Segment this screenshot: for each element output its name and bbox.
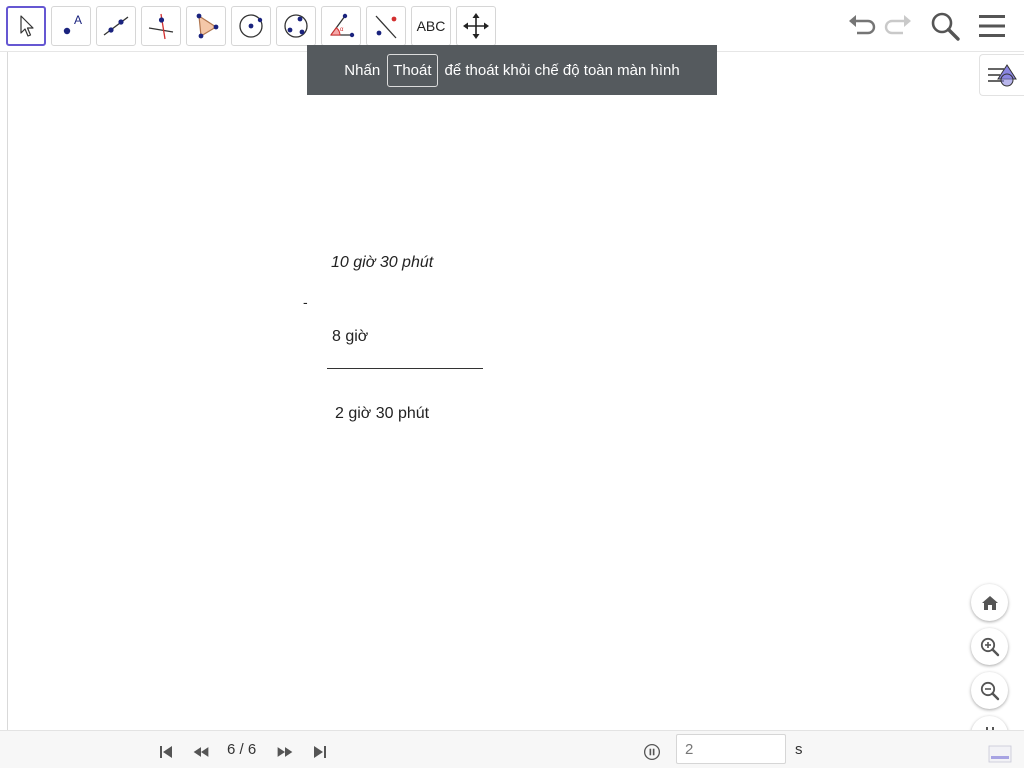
line-tool-button[interactable] — [96, 6, 136, 46]
move-arrows-icon — [463, 13, 489, 39]
banner-text-before: Nhấn — [344, 61, 381, 79]
menu-icon — [979, 15, 1005, 37]
playback-speed-input[interactable] — [676, 734, 786, 764]
polygon-icon — [196, 13, 219, 39]
pause-button[interactable] — [641, 741, 663, 763]
line-icon — [103, 16, 129, 36]
point-icon: A — [63, 13, 82, 35]
svg-text:α: α — [340, 27, 344, 33]
text-tool-button[interactable]: ABC — [411, 6, 451, 46]
slide-playback-bar — [0, 730, 1024, 768]
angle-tool-button[interactable]: α — [321, 6, 361, 46]
last-slide-button[interactable] — [309, 742, 331, 762]
undo-button[interactable] — [843, 8, 879, 44]
zoom-in-icon — [980, 637, 999, 656]
slide-page-indicator: 6 / 6 — [227, 741, 257, 758]
circle-center-point-tool-button[interactable] — [231, 6, 271, 46]
circle-center-icon — [239, 14, 263, 38]
fullscreen-exit-banner: Nhấn Thoát để thoát khỏi chế độ toàn màn… — [307, 45, 717, 95]
main-menu-button[interactable] — [974, 8, 1010, 44]
point-label-a: A — [74, 13, 82, 27]
reflect-tool-button[interactable] — [366, 6, 406, 46]
redo-icon — [884, 15, 911, 35]
circle-three-points-icon — [284, 14, 308, 38]
graphics-style-bar-icon — [988, 64, 1017, 87]
fast-forward-icon — [277, 747, 293, 757]
zoom-in-button[interactable] — [971, 628, 1008, 665]
text-tool-label: ABC — [416, 18, 446, 34]
first-slide-button[interactable] — [155, 742, 177, 762]
redo-button[interactable] — [881, 8, 917, 44]
reflect-about-line-icon — [375, 15, 397, 39]
next-slide-button[interactable] — [273, 742, 297, 762]
angle-icon: α — [330, 13, 355, 38]
view-left-border — [7, 52, 8, 730]
cursor-arrow-icon — [20, 15, 34, 37]
geogebra-app: A α ABC Nhấn Thoát để thoát khỏi chế độ … — [0, 0, 1024, 768]
search-icon — [931, 12, 960, 41]
rewind-icon — [193, 747, 209, 757]
polygon-tool-button[interactable] — [186, 6, 226, 46]
move-graphics-view-tool-button[interactable] — [456, 6, 496, 46]
perpendicular-line-tool-button[interactable] — [141, 6, 181, 46]
pause-icon — [643, 743, 661, 761]
style-bar-toggle[interactable] — [979, 54, 1024, 96]
result-text: 2 giờ 30 phút — [335, 405, 430, 422]
banner-text-after: để thoát khỏi chế độ toàn màn hình — [444, 61, 680, 79]
search-button[interactable] — [927, 8, 963, 44]
skip-to-start-icon — [160, 746, 172, 758]
zoom-out-button[interactable] — [971, 672, 1008, 709]
home-view-button[interactable] — [971, 584, 1008, 621]
skip-to-end-icon — [314, 746, 326, 758]
zoom-out-icon — [980, 681, 999, 700]
previous-slide-button[interactable] — [189, 742, 213, 762]
speed-unit-label: s — [795, 741, 803, 758]
escape-key-badge: Thoát — [387, 53, 438, 87]
perpendicular-line-icon — [148, 13, 174, 40]
circle-three-points-tool-button[interactable] — [276, 6, 316, 46]
minus-sign: - — [303, 294, 308, 310]
move-tool-button[interactable] — [6, 6, 46, 46]
subtrahend-text: 8 giờ — [332, 328, 369, 345]
subtraction-line — [327, 368, 483, 369]
undo-icon — [849, 15, 876, 35]
home-icon — [981, 595, 998, 610]
minuend-text: 10 giờ 30 phút — [331, 254, 434, 271]
geogebra-logo-icon — [988, 744, 1012, 764]
point-tool-button[interactable]: A — [51, 6, 91, 46]
